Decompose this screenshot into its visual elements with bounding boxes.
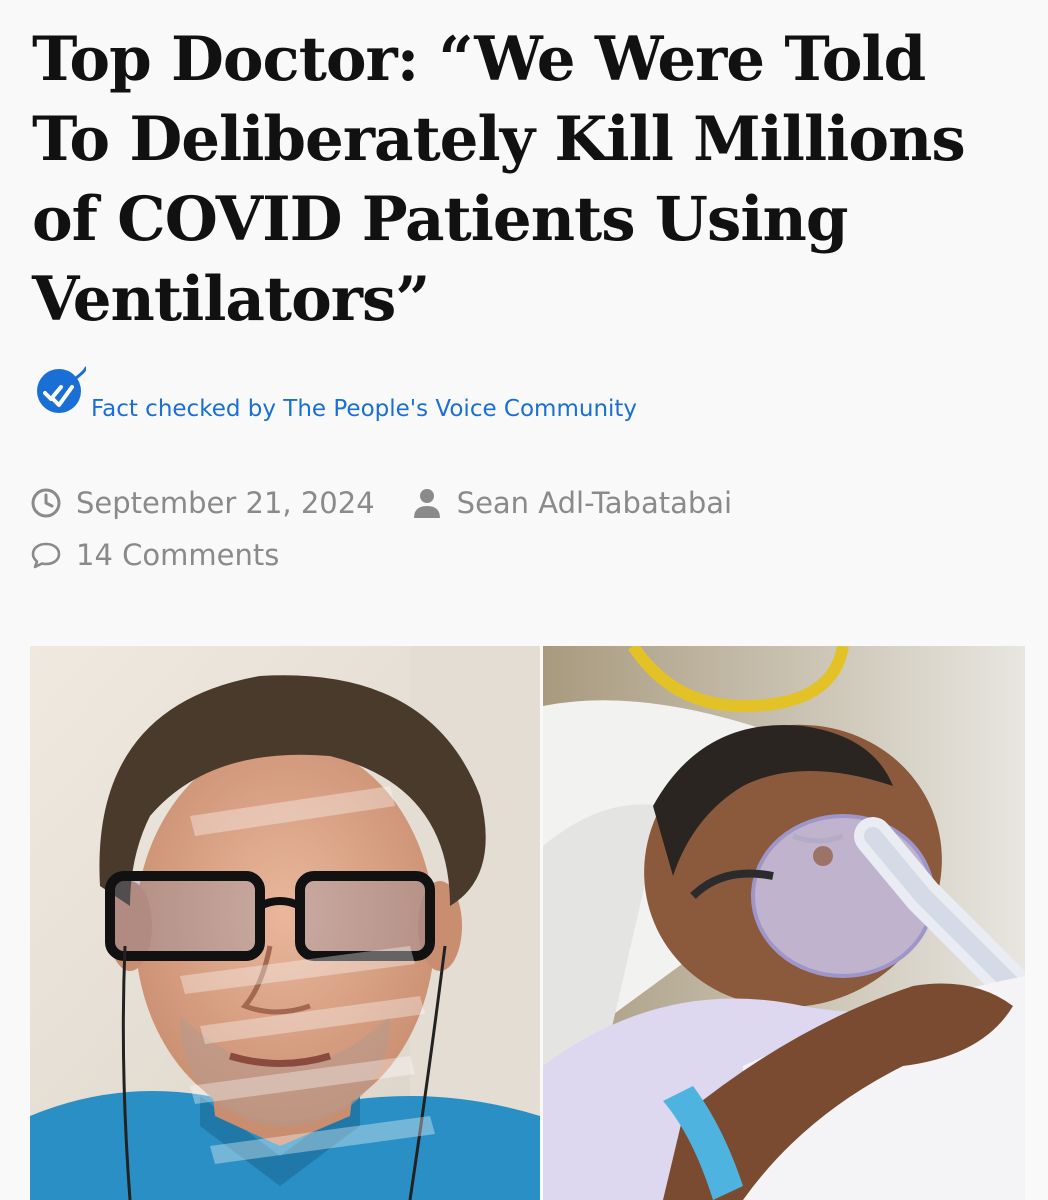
comments-count: 14 Comments — [30, 538, 279, 572]
article-meta: September 21, 2024 Sean Adl-Tabatabai — [30, 482, 732, 524]
doctor-video-call-photo — [30, 646, 540, 1200]
publish-date-text: September 21, 2024 — [76, 486, 375, 520]
fact-check-link[interactable]: Fact checked by The People's Voice Commu… — [91, 396, 637, 422]
fact-check-notice[interactable]: Fact checked by The People's Voice Commu… — [34, 366, 734, 432]
patient-oxygen-mask-photo — [543, 646, 1025, 1200]
speech-bubble-icon — [31, 542, 61, 569]
comments-count-text[interactable]: 14 Comments — [76, 538, 279, 572]
author[interactable]: Sean Adl-Tabatabai — [411, 486, 732, 520]
article-featured-image — [30, 646, 1025, 1200]
user-icon — [413, 489, 440, 518]
author-name[interactable]: Sean Adl-Tabatabai — [457, 486, 732, 520]
article-page: Top Doctor: “We Were Told To Deliberatel… — [0, 0, 1048, 1200]
double-check-badge-icon — [37, 366, 86, 413]
comments-link[interactable]: 14 Comments — [30, 534, 279, 576]
clock-icon — [31, 488, 61, 518]
publish-date: September 21, 2024 — [30, 486, 375, 520]
article-headline: Top Doctor: “We Were Told To Deliberatel… — [32, 24, 966, 335]
